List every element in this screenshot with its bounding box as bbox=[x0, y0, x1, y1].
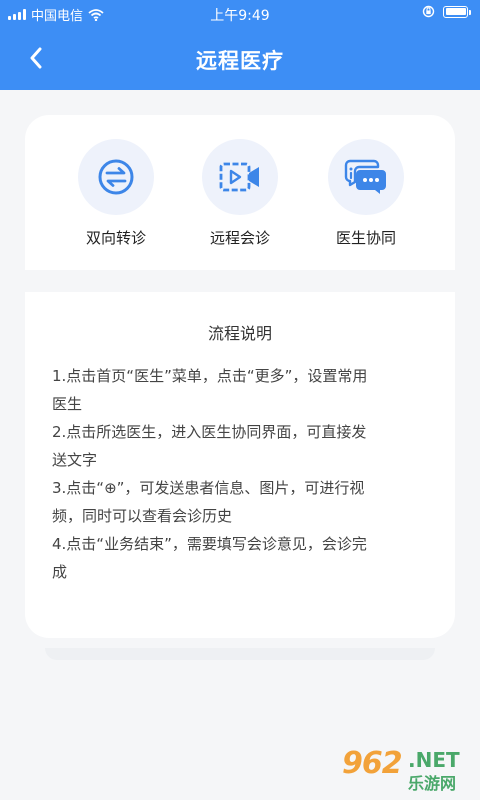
two-way-referral-label: 双向转诊 bbox=[85, 229, 146, 247]
instruction-line: 送文字 bbox=[52, 451, 98, 469]
page-title: 远程医疗 bbox=[196, 49, 284, 73]
watermark-sub: 乐游网 bbox=[408, 774, 457, 793]
instruction-line: 2.点击所选医生，进入医生协同界面，可直接发 bbox=[52, 423, 367, 441]
card-shadow bbox=[45, 648, 435, 660]
status-time: 上午9:49 bbox=[210, 8, 270, 24]
doctor-collab-label: 医生协同 bbox=[335, 229, 396, 247]
video-consult-icon bbox=[219, 162, 259, 192]
instructions-title: 流程说明 bbox=[207, 324, 272, 343]
instructions-steps: 1.点击首页“医生”菜单，点击“更多”，设置常用 医生 2.点击所选医生，进入医… bbox=[52, 362, 437, 586]
remote-consult-button[interactable]: 远程会诊 bbox=[185, 139, 295, 248]
instruction-line: 3.点击“⊕”，可发送患者信息、图片，可进行视 bbox=[52, 479, 365, 497]
status-right bbox=[422, 5, 471, 18]
watermark-number: 962 bbox=[342, 746, 403, 781]
doctor-collab-icon-bg bbox=[328, 139, 404, 215]
chat-bubbles-icon bbox=[344, 159, 386, 194]
transfer-arrows-icon bbox=[98, 159, 134, 195]
instruction-line: 医生 bbox=[52, 395, 83, 413]
app-header: 中国电信 上午9:49 远程医疗 bbox=[0, 0, 480, 90]
function-card: 双向转诊 远程会诊 医生协同 bbox=[25, 115, 455, 270]
instruction-line: 4.点击“业务结束”，需要填写会诊意见，会诊完 bbox=[52, 535, 367, 553]
remote-consult-label: 远程会诊 bbox=[209, 229, 270, 247]
doctor-collab-button[interactable]: 医生协同 bbox=[311, 139, 421, 248]
instructions-card: 流程说明 1.点击首页“医生”菜单，点击“更多”，设置常用 医生 2.点击所选医… bbox=[25, 292, 455, 638]
two-way-referral-button[interactable]: 双向转诊 bbox=[61, 139, 171, 248]
battery-icon bbox=[443, 5, 471, 18]
nav-bar: 远程医疗 bbox=[0, 26, 480, 90]
site-watermark: 962 .NET 乐游网 bbox=[342, 746, 472, 793]
instruction-line: 频，同时可以查看会诊历史 bbox=[52, 507, 233, 525]
watermark-suffix: .NET bbox=[408, 748, 460, 772]
instruction-line: 成 bbox=[52, 563, 68, 581]
instruction-line: 1.点击首页“医生”菜单，点击“更多”，设置常用 bbox=[52, 367, 368, 385]
status-bar: 中国电信 上午9:49 bbox=[0, 0, 480, 26]
rotation-lock-icon bbox=[422, 5, 435, 18]
remote-consult-icon-bg bbox=[202, 139, 278, 215]
two-way-referral-icon-bg bbox=[78, 139, 154, 215]
